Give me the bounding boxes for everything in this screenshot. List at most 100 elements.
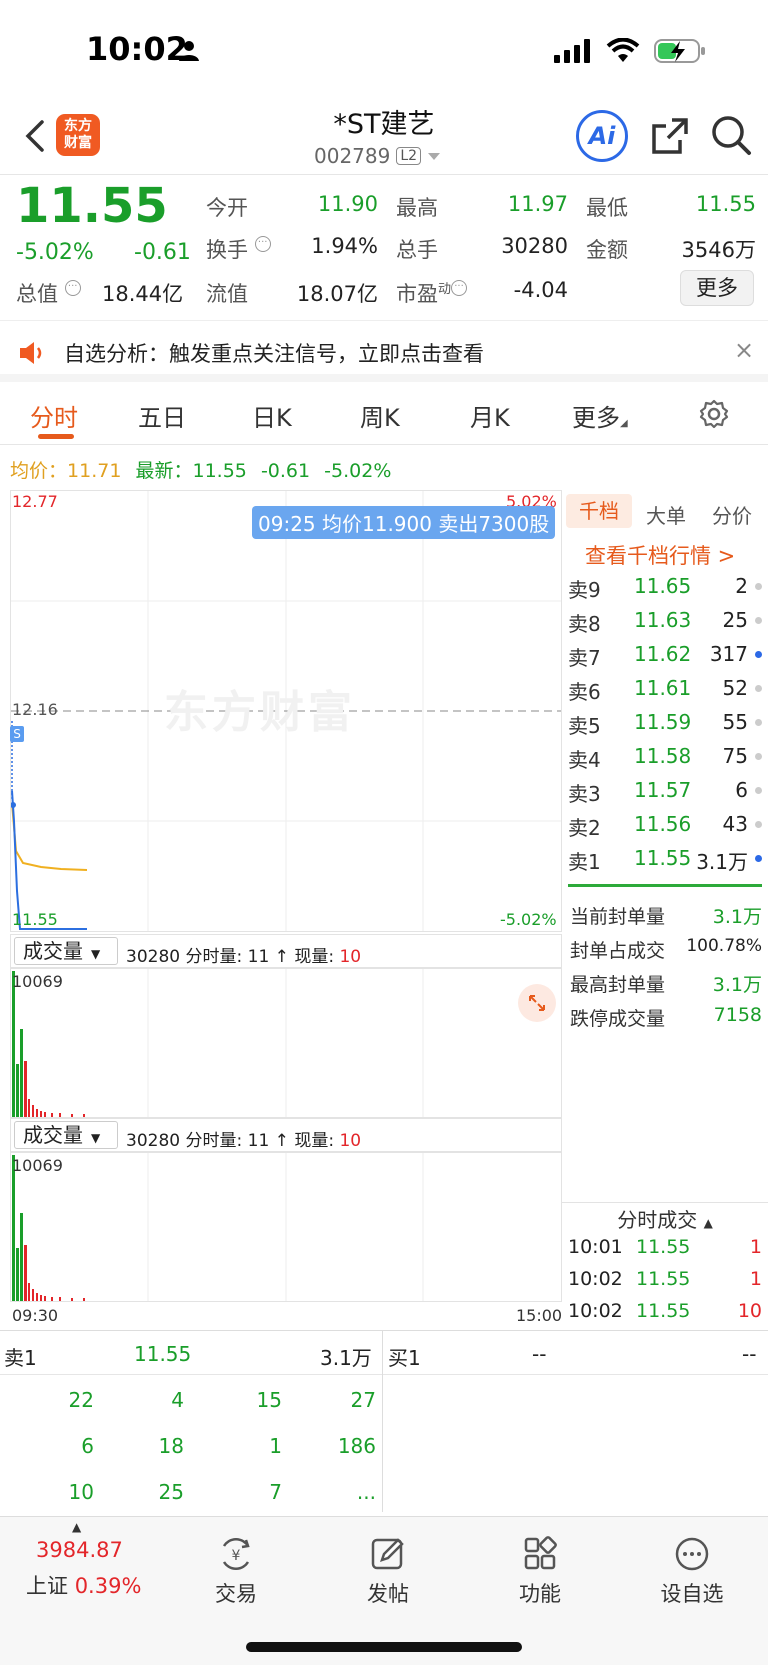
svg-text:¥: ¥ [232,1548,241,1564]
tab-more[interactable]: 更多◢ [572,398,628,433]
caret-up-icon: ▲ [72,1520,82,1534]
banner-close-button[interactable]: × [734,336,754,364]
sell-marker[interactable]: S [10,726,24,742]
divider [0,1330,768,1331]
volume-chart[interactable] [10,968,562,1118]
stock-code-row[interactable]: 002789 L2 [314,144,441,168]
volume-value: 30280 [501,234,568,258]
status-dot [755,719,762,726]
volume-info: 30280 分时量: 11 ↑ 现量: 10 [126,947,362,967]
nav-post[interactable]: 发帖 [338,1536,438,1608]
tab-monthly-k[interactable]: 月K [470,398,510,433]
tab-price-distribution[interactable]: 分价 [712,500,752,529]
view-qiandang-link[interactable]: 查看千档行情 > [585,540,735,570]
ask-label: 卖6 [568,680,601,704]
ai-button[interactable]: Ai [576,110,628,162]
turnover-value: 1.94% [311,234,378,258]
indicator-select[interactable]: 成交量 ▼ [14,1121,118,1149]
chart-tooltip: 09:25 均价11.900 卖出7300股 [252,506,556,539]
tab-big-orders[interactable]: 大单 [646,500,686,529]
active-tab-indicator [38,434,74,439]
ask-row[interactable]: 卖6 11.61 52 [566,676,762,710]
status-icons [554,38,706,64]
banner-text[interactable]: 自选分析：触发重点关注信号，立即点击查看 [64,338,484,368]
stock-name[interactable]: *ST建艺 [284,102,484,141]
status-dot [755,685,762,692]
buy1-qty: -- [742,1342,757,1366]
ask-row[interactable]: 卖9 11.65 2 [566,574,762,608]
sell1-price: 11.55 [134,1342,192,1366]
order-book-divider [568,884,762,887]
last-price: 11.55 [16,178,168,234]
ask-row[interactable]: 卖2 11.56 43 [566,812,762,846]
ask-price: 11.62 [634,642,692,666]
ask-row[interactable]: 卖8 11.63 25 [566,608,762,642]
buy1-label: 买1 [388,1346,421,1370]
chart-bottom-pct: -5.02% [500,910,557,929]
ask-price: 11.57 [634,778,692,802]
nav-functions[interactable]: 功能 [490,1536,590,1608]
index-info[interactable]: 上证 0.39% [26,1570,141,1600]
info-icon: ··· [64,280,81,296]
search-icon[interactable] [710,114,752,160]
back-button[interactable] [22,116,52,156]
status-dot [755,583,762,590]
more-dots-icon [675,1537,709,1571]
ask-row[interactable]: 卖4 11.58 75 [566,744,762,778]
open-value: 11.90 [317,192,378,216]
open-label: 今开 [206,196,248,220]
pe-label[interactable]: 市盈动 ··· [396,278,468,308]
tab-fenshi[interactable]: 分时 [30,398,78,433]
ask-price: 11.58 [634,744,692,768]
status-dot [755,821,762,828]
queue-cell: ... [356,1480,376,1504]
ticks-header[interactable]: 分时成交 ▲ [562,1202,768,1236]
ask-row[interactable]: 卖5 11.59 55 [566,710,762,744]
ask-price: 11.56 [634,812,692,836]
ask-qty: 317 [709,642,748,666]
ask-row[interactable]: 卖7 11.62 317 [566,642,762,676]
gear-icon[interactable] [698,398,730,434]
person-icon [178,40,200,66]
app-logo[interactable]: 东方 财富 [56,114,100,156]
tab-weekly-k[interactable]: 周K [360,398,400,433]
ask-row[interactable]: 卖1 11.55 3.1万 [566,846,762,880]
queue-cell: 6 [81,1434,94,1458]
tab-daily-k[interactable]: 日K [252,398,292,433]
volume-max: 10069 [12,972,63,991]
volume-max: 10069 [12,1156,63,1175]
tab-five-day[interactable]: 五日 [138,398,186,433]
indicator-select[interactable]: 成交量 ▼ [14,937,118,965]
nav-add-watchlist[interactable]: 设自选 [642,1536,742,1608]
total-value: 18.44亿 [102,282,184,306]
tab-qiandang[interactable]: 千档 [566,494,632,528]
ask-qty: 43 [722,812,748,836]
logo-line1: 东方 [64,118,92,134]
ask-qty: 2 [735,574,748,598]
more-button[interactable]: 更多 [680,270,754,306]
share-icon[interactable] [650,116,690,160]
queue-cell: 7 [269,1480,282,1504]
ask-qty: 3.1万 [696,850,748,874]
expand-icon[interactable] [518,984,556,1022]
total-value-label[interactable]: 总值 ··· [16,278,81,308]
caret-down-icon [428,153,441,160]
ask-price: 11.61 [634,676,692,700]
info-icon: ··· [254,236,271,252]
ask-label: 卖8 [568,612,601,636]
status-dot [755,753,762,760]
ask-label: 卖2 [568,816,601,840]
queue-cell: 10 [68,1480,94,1504]
low-label: 最低 [586,196,628,220]
index-value[interactable]: 3984.87 [36,1538,123,1562]
pe-value: -4.04 [513,278,568,302]
turnover-label[interactable]: 换手 ··· [206,234,271,264]
volume-chart[interactable] [10,1152,562,1302]
grid-icon [524,1536,557,1570]
ask-row[interactable]: 卖3 11.57 6 [566,778,762,812]
chart-mid-price: 12.16 [12,700,58,719]
queue-cell: 22 [68,1388,94,1412]
ask-label: 卖5 [568,714,601,738]
nav-trade[interactable]: ¥ 交易 [186,1536,286,1608]
status-time: 10:02 [86,30,188,68]
